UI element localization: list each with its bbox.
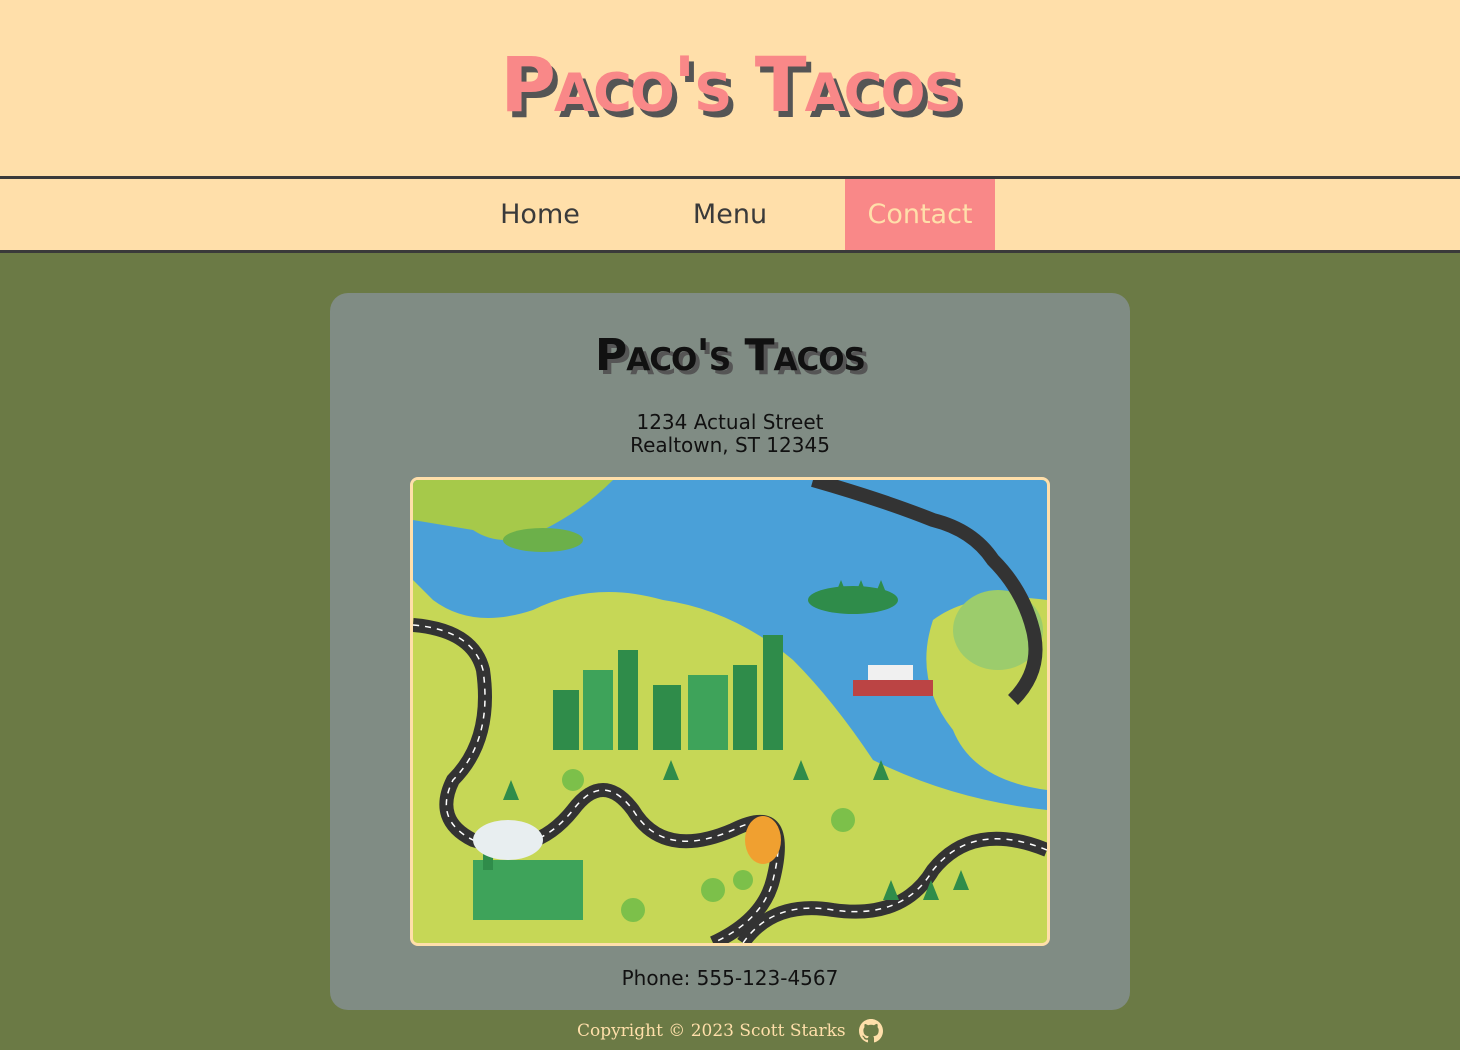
map-image bbox=[410, 477, 1050, 946]
map-illustration bbox=[413, 480, 1047, 943]
main-nav: Home Menu Contact bbox=[0, 176, 1460, 253]
address-line-1: 1234 Actual Street bbox=[636, 410, 824, 434]
nav-contact-link[interactable]: Contact bbox=[845, 179, 995, 250]
site-footer: Copyright © 2023 Scott Starks bbox=[0, 1019, 1460, 1043]
address-line-2: Realtown, ST 12345 bbox=[630, 433, 830, 457]
address-block: 1234 Actual Street Realtown, ST 12345 bbox=[0, 411, 1460, 457]
site-title: Paco's Tacos bbox=[500, 40, 962, 129]
github-icon[interactable] bbox=[859, 1019, 884, 1043]
nav-menu-link[interactable]: Menu bbox=[655, 179, 805, 250]
contact-title: Paco's Tacos bbox=[595, 330, 866, 381]
copyright-text: Copyright © 2023 Scott Starks bbox=[576, 1021, 846, 1041]
phone-number: Phone: 555-123-4567 bbox=[621, 966, 839, 990]
nav-home-link[interactable]: Home bbox=[465, 179, 615, 250]
site-header: Paco's Tacos bbox=[0, 0, 1460, 176]
